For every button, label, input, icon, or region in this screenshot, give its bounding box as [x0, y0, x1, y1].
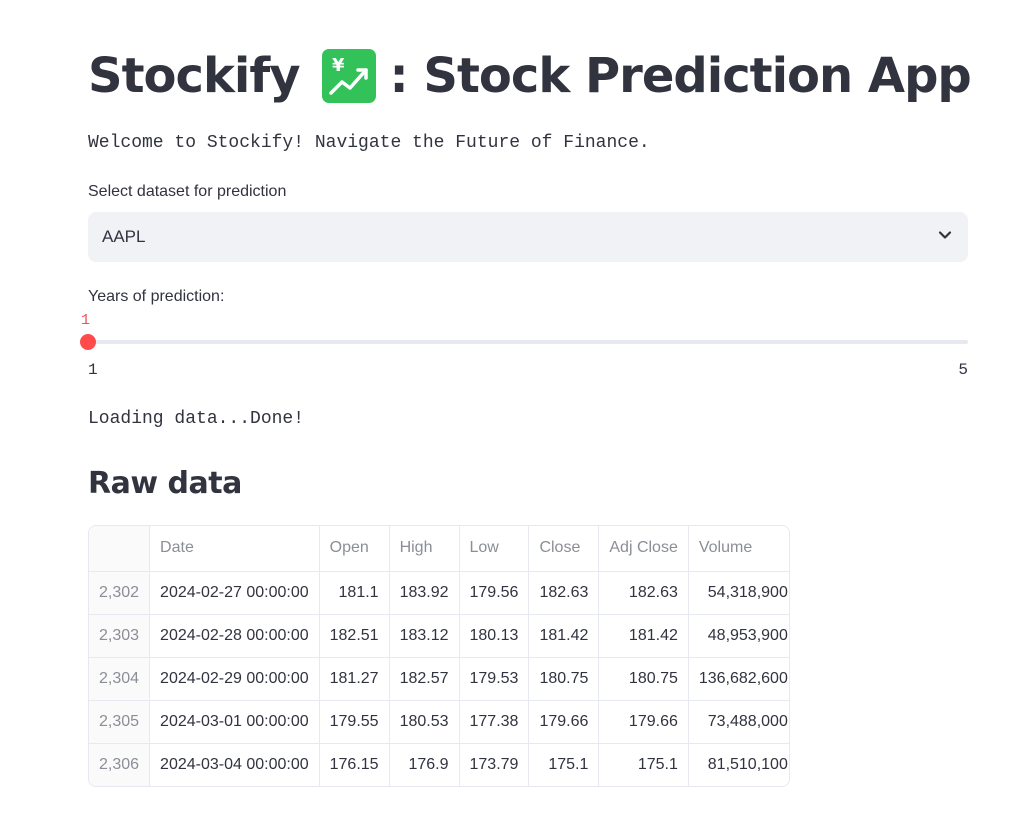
slider-max-label: 5 — [958, 361, 968, 379]
cell-low[interactable]: 180.13 — [459, 614, 530, 658]
cell-high[interactable]: 180.53 — [389, 700, 460, 744]
chevron-down-icon — [936, 226, 954, 249]
column-header-adj-close[interactable]: Adj Close — [598, 526, 689, 572]
years-slider[interactable]: 1 1 5 — [80, 312, 968, 382]
dataset-select-label: Select dataset for prediction — [88, 183, 287, 200]
app-page: Stockify ¥ : Stock Prediction App Welcom… — [0, 0, 1032, 823]
table-row: 2,303 2024-02-28 00:00:00 182.51 183.12 … — [89, 614, 789, 658]
cell-open[interactable]: 181.27 — [319, 657, 390, 701]
table-row: 2,302 2024-02-27 00:00:00 181.1 183.92 1… — [89, 571, 789, 615]
column-header-high[interactable]: High — [389, 526, 460, 572]
years-slider-label: Years of prediction: — [88, 288, 225, 305]
cell-close[interactable]: 175.1 — [528, 743, 600, 786]
row-index: 2,303 — [89, 614, 151, 658]
title-prefix: Stockify — [88, 48, 300, 104]
chart-increasing-with-yen-icon: ¥ — [321, 49, 376, 103]
column-header-open[interactable]: Open — [319, 526, 390, 572]
cell-low[interactable]: 173.79 — [459, 743, 530, 786]
cell-high[interactable]: 182.57 — [389, 657, 460, 701]
row-index: 2,306 — [89, 743, 151, 786]
cell-adj-close[interactable]: 182.63 — [598, 571, 689, 615]
title-suffix: : Stock Prediction App — [389, 48, 972, 104]
cell-low[interactable]: 179.56 — [459, 571, 530, 615]
cell-open[interactable]: 176.15 — [319, 743, 390, 786]
cell-date[interactable]: 2024-02-29 00:00:00 — [149, 657, 320, 701]
welcome-text: Welcome to Stockify! Navigate the Future… — [88, 133, 650, 153]
cell-adj-close[interactable]: 180.75 — [598, 657, 689, 701]
cell-date[interactable]: 2024-03-04 00:00:00 — [149, 743, 320, 786]
cell-low[interactable]: 179.53 — [459, 657, 530, 701]
cell-open[interactable]: 181.1 — [319, 571, 390, 615]
row-index: 2,305 — [89, 700, 151, 744]
table-row: 2,305 2024-03-01 00:00:00 179.55 180.53 … — [89, 700, 789, 744]
cell-close[interactable]: 180.75 — [528, 657, 600, 701]
column-header-low[interactable]: Low — [459, 526, 530, 572]
cell-close[interactable]: 182.63 — [528, 571, 600, 615]
dataset-select[interactable]: AAPL — [88, 212, 968, 262]
slider-current-value: 1 — [81, 312, 91, 329]
cell-open[interactable]: 182.51 — [319, 614, 390, 658]
column-header-index[interactable] — [89, 526, 151, 572]
cell-high[interactable]: 183.92 — [389, 571, 460, 615]
cell-date[interactable]: 2024-03-01 00:00:00 — [149, 700, 320, 744]
row-index: 2,302 — [89, 571, 151, 615]
row-index: 2,304 — [89, 657, 151, 701]
cell-volume[interactable]: 48,953,900 — [688, 614, 789, 658]
raw-data-heading: Raw data — [88, 466, 242, 501]
cell-volume[interactable]: 73,488,000 — [688, 700, 789, 744]
cell-date[interactable]: 2024-02-28 00:00:00 — [149, 614, 320, 658]
cell-volume[interactable]: 81,510,100 — [688, 743, 789, 786]
cell-date[interactable]: 2024-02-27 00:00:00 — [149, 571, 320, 615]
slider-thumb[interactable] — [80, 334, 96, 350]
cell-open[interactable]: 179.55 — [319, 700, 390, 744]
cell-low[interactable]: 177.38 — [459, 700, 530, 744]
cell-close[interactable]: 181.42 — [528, 614, 600, 658]
dataset-select-value: AAPL — [102, 227, 146, 246]
cell-high[interactable]: 176.9 — [389, 743, 460, 786]
column-header-close[interactable]: Close — [528, 526, 600, 572]
cell-volume[interactable]: 54,318,900 — [688, 571, 789, 615]
cell-adj-close[interactable]: 179.66 — [598, 700, 689, 744]
svg-text:¥: ¥ — [332, 55, 345, 76]
cell-adj-close[interactable]: 175.1 — [598, 743, 689, 786]
table-row: 2,306 2024-03-04 00:00:00 176.15 176.9 1… — [89, 743, 789, 786]
column-header-volume[interactable]: Volume — [688, 526, 789, 572]
cell-volume[interactable]: 136,682,600 — [688, 657, 789, 701]
slider-track[interactable] — [88, 340, 968, 344]
raw-data-table[interactable]: Date Open High Low Close Adj Close Volum… — [88, 525, 790, 787]
table-header-row: Date Open High Low Close Adj Close Volum… — [89, 526, 789, 572]
cell-adj-close[interactable]: 181.42 — [598, 614, 689, 658]
table-row: 2,304 2024-02-29 00:00:00 181.27 182.57 … — [89, 657, 789, 701]
cell-high[interactable]: 183.12 — [389, 614, 460, 658]
slider-min-label: 1 — [88, 361, 98, 379]
page-title: Stockify ¥ : Stock Prediction App — [88, 44, 972, 108]
cell-close[interactable]: 179.66 — [528, 700, 600, 744]
column-header-date[interactable]: Date — [149, 526, 320, 572]
loading-status: Loading data...Done! — [88, 409, 305, 429]
